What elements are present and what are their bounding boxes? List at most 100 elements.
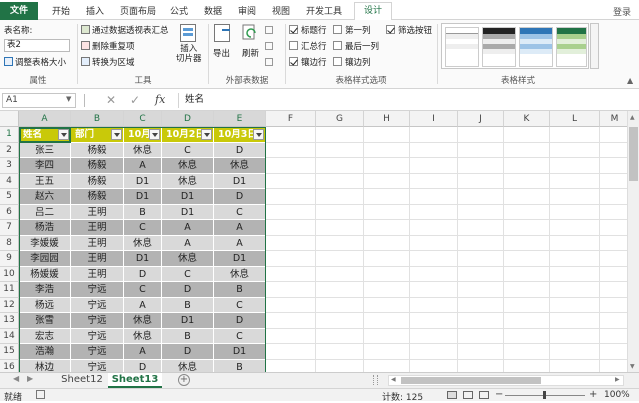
select-all-corner[interactable] (0, 111, 19, 127)
grid-cell[interactable] (266, 142, 316, 158)
style-thumbnail[interactable] (519, 27, 553, 67)
grid-cell[interactable] (410, 297, 458, 313)
table-cell[interactable]: 宁远 (71, 282, 124, 298)
row-header[interactable]: 10 (0, 266, 19, 282)
grid-cell[interactable] (550, 235, 600, 251)
insert-function-icon[interactable]: fx (155, 93, 165, 106)
grid-cell[interactable] (550, 173, 600, 189)
table-cell[interactable]: D1 (124, 173, 162, 189)
table-header-cell[interactable]: 10月2日 (162, 127, 214, 143)
tab-review[interactable]: 审阅 (234, 4, 260, 18)
table-cell[interactable]: 休息 (162, 251, 214, 267)
column-header[interactable]: K (504, 111, 550, 127)
grid-cell[interactable] (410, 282, 458, 298)
tab-design[interactable]: 设计 (354, 2, 392, 21)
grid-cell[interactable] (364, 313, 410, 329)
table-cell[interactable]: 杨毅 (71, 158, 124, 174)
table-cell[interactable]: 李浩 (19, 282, 71, 298)
scroll-thumb[interactable] (629, 127, 638, 181)
grid-cell[interactable] (316, 266, 364, 282)
grid-cell[interactable] (458, 235, 504, 251)
grid-cell[interactable] (550, 189, 600, 205)
style-thumbnail[interactable] (445, 27, 479, 67)
grid-cell[interactable] (410, 173, 458, 189)
table-cell[interactable]: D (162, 344, 214, 360)
collapse-ribbon-icon[interactable]: ▲ (627, 76, 633, 85)
row-header[interactable]: 14 (0, 328, 19, 344)
style-thumbnail[interactable] (556, 27, 587, 67)
filter-dropdown-icon[interactable] (149, 129, 160, 140)
scroll-left-icon[interactable]: ◀ (391, 376, 396, 383)
formula-input[interactable]: 姓名 (178, 93, 637, 108)
table-cell[interactable]: 李媛媛 (19, 235, 71, 251)
table-header-cell[interactable]: 10月3日 (214, 127, 266, 143)
table-cell[interactable]: 张雪 (19, 313, 71, 329)
grid-cell[interactable] (504, 266, 550, 282)
row-header[interactable]: 13 (0, 313, 19, 329)
row-header[interactable]: 3 (0, 158, 19, 174)
table-cell[interactable]: C (162, 142, 214, 158)
grid-cell[interactable] (504, 297, 550, 313)
grid-cell[interactable] (364, 235, 410, 251)
grid-cell[interactable] (504, 173, 550, 189)
grid-cell[interactable] (410, 142, 458, 158)
table-cell[interactable]: 休息 (214, 266, 266, 282)
grid-cell[interactable] (550, 313, 600, 329)
grid-cell[interactable] (410, 313, 458, 329)
grid-cell[interactable] (504, 235, 550, 251)
table-cell[interactable]: 杨毅 (71, 142, 124, 158)
style-thumbnail[interactable] (482, 27, 516, 67)
grid-cell[interactable] (504, 313, 550, 329)
pivot-summary-button[interactable]: 通过数据透视表汇总 (92, 24, 169, 36)
grid-cell[interactable] (504, 220, 550, 236)
total-row-checkbox[interactable] (289, 41, 298, 50)
table-cell[interactable]: B (214, 359, 266, 372)
scroll-up-icon[interactable]: ▲ (630, 114, 635, 121)
grid-cell[interactable] (316, 235, 364, 251)
grid-cell[interactable] (410, 328, 458, 344)
table-cell[interactable]: 张三 (19, 142, 71, 158)
grid-cell[interactable] (364, 266, 410, 282)
row-header[interactable]: 4 (0, 173, 19, 189)
row-header[interactable]: 7 (0, 220, 19, 236)
table-cell[interactable]: 李园园 (19, 251, 71, 267)
page-break-view-icon[interactable] (479, 391, 489, 399)
grid-cell[interactable] (550, 142, 600, 158)
macro-record-icon[interactable] (36, 390, 45, 399)
grid-cell[interactable] (550, 266, 600, 282)
grid-cell[interactable] (316, 344, 364, 360)
table-cell[interactable]: C (214, 328, 266, 344)
grid-cell[interactable] (316, 359, 364, 372)
name-box[interactable]: A1 (2, 93, 76, 108)
grid-cell[interactable] (550, 251, 600, 267)
grid-cell[interactable] (600, 174, 627, 189)
grid-cell[interactable] (600, 344, 627, 360)
grid-cell[interactable] (458, 359, 504, 372)
grid-cell[interactable] (266, 313, 316, 329)
grid-cell[interactable] (550, 158, 600, 174)
export-button[interactable]: 导出 (213, 47, 230, 59)
table-cell[interactable]: A (214, 220, 266, 236)
enter-icon[interactable]: ✓ (130, 93, 140, 107)
grid-cell[interactable] (600, 143, 627, 158)
filter-dropdown-icon[interactable] (201, 129, 212, 140)
grid-cell[interactable] (410, 266, 458, 282)
grid-cell[interactable] (316, 204, 364, 220)
row-header[interactable]: 5 (0, 189, 19, 205)
next-sheet-icon[interactable]: ▶ (27, 374, 33, 383)
grid-cell[interactable] (410, 189, 458, 205)
convert-to-range-button[interactable]: 转换为区域 (92, 56, 135, 68)
table-cell[interactable]: A (162, 220, 214, 236)
table-cell[interactable]: 杨毅 (71, 189, 124, 205)
grid-cell[interactable] (266, 251, 316, 267)
table-cell[interactable]: 休息 (124, 235, 162, 251)
table-cell[interactable]: 宏志 (19, 328, 71, 344)
grid-cell[interactable] (410, 220, 458, 236)
grid-cell[interactable] (316, 158, 364, 174)
tab-developer[interactable]: 开发工具 (302, 4, 346, 18)
table-cell[interactable]: 休息 (124, 142, 162, 158)
grid-cell[interactable] (410, 158, 458, 174)
table-cell[interactable]: A (124, 344, 162, 360)
grid-cell[interactable] (316, 251, 364, 267)
grid-cell[interactable] (458, 251, 504, 267)
